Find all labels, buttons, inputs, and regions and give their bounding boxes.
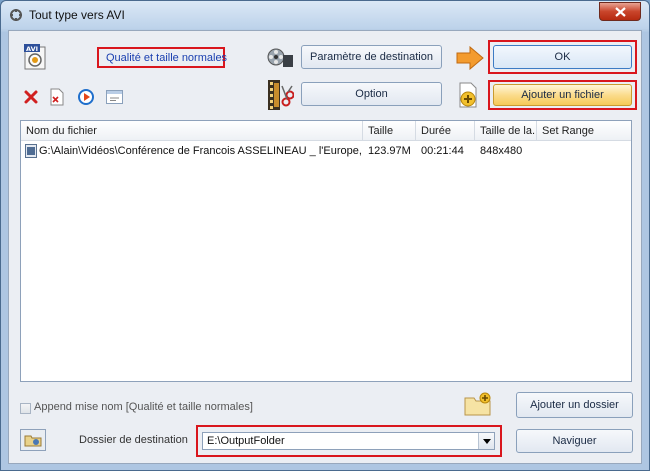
file-duration-cell: 00:21:44 bbox=[421, 145, 464, 157]
film-reel-icon bbox=[266, 45, 294, 71]
window-title: Tout type vers AVI bbox=[29, 8, 125, 22]
column-header-size[interactable]: Taille bbox=[363, 121, 416, 141]
main-window: Tout type vers AVI AVI Qualité et taille… bbox=[0, 0, 650, 471]
add-file-label: Ajouter un fichier bbox=[521, 89, 604, 101]
destination-folder-select[interactable]: E:\OutputFolder bbox=[202, 432, 495, 450]
option-label: Option bbox=[355, 88, 388, 100]
avi-badge-text: AVI bbox=[26, 45, 38, 53]
remove-file-icon[interactable] bbox=[49, 88, 65, 106]
file-range-cell bbox=[537, 142, 629, 160]
append-name-checkbox[interactable] bbox=[20, 403, 31, 414]
browse-label: Naviguer bbox=[552, 435, 597, 447]
close-icon bbox=[615, 7, 626, 17]
add-folder-button[interactable]: Ajouter un dossier bbox=[516, 392, 633, 418]
add-file-button[interactable]: Ajouter un fichier bbox=[493, 84, 632, 106]
table-row[interactable]: G:\Alain\Vidéos\Conférence de Francois A… bbox=[22, 142, 630, 160]
edit-window-icon[interactable] bbox=[106, 90, 123, 104]
add-folder-icon bbox=[464, 392, 492, 416]
file-list-header: Nom du fichier Taille Durée Taille de la… bbox=[21, 121, 631, 141]
ok-label: OK bbox=[554, 51, 571, 63]
column-header-set-range[interactable]: Set Range bbox=[537, 121, 631, 141]
film-cut-icon[interactable] bbox=[268, 80, 295, 110]
output-folder-icon[interactable] bbox=[20, 429, 46, 451]
dropdown-toggle[interactable] bbox=[478, 433, 494, 449]
arrow-right-icon bbox=[456, 45, 484, 71]
destination-params-button[interactable]: Paramètre de destination bbox=[301, 45, 442, 69]
destination-params-label: Paramètre de destination bbox=[310, 51, 433, 63]
delete-icon[interactable] bbox=[23, 89, 39, 105]
file-resolution-cell: 848x480 bbox=[480, 145, 523, 157]
file-list[interactable]: Nom du fichier Taille Durée Taille de la… bbox=[20, 120, 632, 382]
title-bar[interactable]: Tout type vers AVI bbox=[1, 1, 649, 29]
option-button[interactable]: Option bbox=[301, 82, 442, 106]
chevron-down-icon bbox=[483, 439, 491, 444]
append-name-label: Append mise nom [Qualité et taille norma… bbox=[34, 401, 253, 413]
file-name-cell: G:\Alain\Vidéos\Conférence de Francois A… bbox=[39, 145, 363, 157]
dialog-body: AVI Qualité et taille normales Paramètre… bbox=[8, 30, 642, 464]
ok-button[interactable]: OK bbox=[493, 45, 632, 69]
column-header-filename[interactable]: Nom du fichier bbox=[21, 121, 363, 141]
destination-folder-label: Dossier de destination bbox=[79, 434, 188, 446]
column-header-resolution[interactable]: Taille de la... bbox=[475, 121, 537, 141]
play-preview-icon[interactable] bbox=[78, 89, 94, 105]
avi-format-icon[interactable]: AVI bbox=[24, 44, 46, 70]
app-icon bbox=[10, 9, 22, 21]
add-file-icon bbox=[458, 82, 478, 110]
quality-profile-link[interactable]: Qualité et taille normales bbox=[106, 52, 227, 64]
column-header-duration[interactable]: Durée bbox=[416, 121, 475, 141]
add-folder-label: Ajouter un dossier bbox=[530, 399, 619, 411]
browse-button[interactable]: Naviguer bbox=[516, 429, 633, 453]
destination-folder-value: E:\OutputFolder bbox=[207, 435, 285, 447]
close-window-button[interactable] bbox=[599, 2, 641, 21]
file-size-cell: 123.97M bbox=[368, 145, 411, 157]
